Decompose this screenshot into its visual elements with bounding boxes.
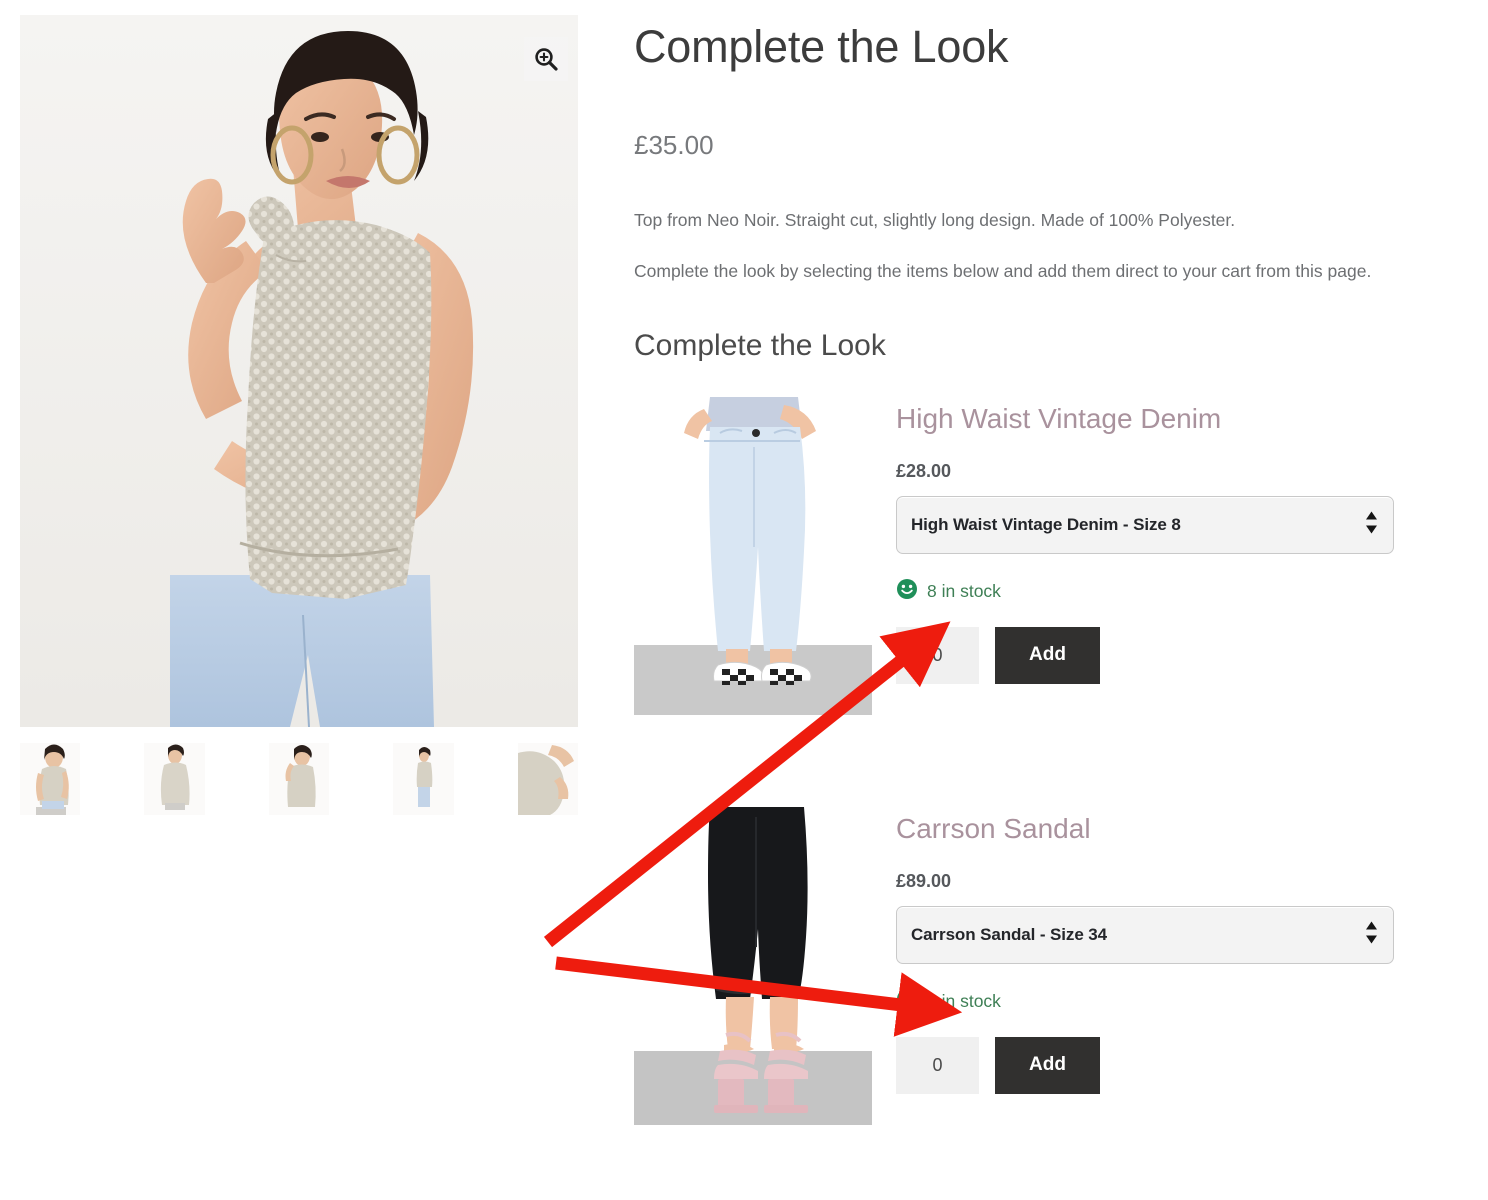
thumbnail-2[interactable]: [144, 743, 205, 815]
stock-status-sandal: 9 in stock: [896, 988, 1454, 1015]
thumbnail-4[interactable]: [393, 743, 454, 815]
chevron-updown-icon: [1364, 919, 1379, 950]
variant-select-value: Carrson Sandal - Size 34: [911, 924, 1108, 944]
stock-status-denim: 8 in stock: [896, 578, 1454, 605]
upsell-product-price: £89.00: [896, 870, 952, 891]
upsell-product-price: £28.00: [896, 460, 952, 481]
variant-select-value: High Waist Vintage Denim - Size 8: [911, 514, 1181, 534]
stock-text: 9 in stock: [927, 990, 1001, 1011]
upsell-item-denim: High Waist Vintage Denim £28.00 High Wai…: [634, 396, 1454, 715]
upsell-item-sandal: Carrson Sandal £89.00 Carrson Sandal - S…: [634, 806, 1454, 1125]
magnifier-plus-icon: [535, 48, 558, 71]
upsell-product-name[interactable]: Carrson Sandal: [896, 813, 1454, 845]
product-description-paragraph-2: Complete the look by selecting the items…: [634, 260, 1372, 281]
product-description-paragraph-1: Top from Neo Noir. Straight cut, slightl…: [634, 209, 1236, 230]
thumbnail-image: [393, 743, 454, 815]
product-gallery: [20, 15, 579, 815]
smiley-face-icon: [896, 988, 918, 1015]
quantity-input-sandal[interactable]: 0: [896, 1036, 979, 1094]
upsell-product-name[interactable]: High Waist Vintage Denim: [896, 403, 1454, 435]
variant-select-sandal[interactable]: Carrson Sandal - Size 34: [896, 905, 1394, 964]
page-title: Complete the Look: [634, 21, 1009, 72]
main-product-photo: [20, 15, 578, 727]
add-to-cart-row-sandal: 0 Add: [896, 1036, 1454, 1094]
upsell-info-denim: High Waist Vintage Denim £28.00 High Wai…: [872, 397, 1454, 684]
zoom-button[interactable]: [524, 37, 568, 81]
stock-text: 8 in stock: [927, 580, 1001, 601]
thumbnail-image: [268, 743, 330, 815]
variant-select-denim[interactable]: High Waist Vintage Denim - Size 8: [896, 495, 1394, 554]
chevron-updown-icon: [1364, 509, 1379, 540]
product-summary: Complete the Look £35.00 Top from Neo No…: [634, 0, 1454, 1200]
main-product-image[interactable]: [20, 15, 578, 727]
product-page: Complete the Look £35.00 Top from Neo No…: [0, 0, 1488, 1200]
upsell-product-image-denim[interactable]: [634, 396, 872, 715]
thumbnail-5[interactable]: [517, 743, 579, 815]
add-button-denim[interactable]: Add: [995, 626, 1100, 684]
denim-product-photo: [634, 396, 872, 715]
thumbnail-image: [517, 743, 579, 815]
thumbnail-image: [144, 743, 205, 815]
upsell-product-list: High Waist Vintage Denim £28.00 High Wai…: [634, 396, 1454, 1125]
thumbnail-strip: [20, 743, 579, 815]
quantity-input-denim[interactable]: 0: [896, 626, 979, 684]
add-to-cart-row-denim: 0 Add: [896, 626, 1454, 684]
thumbnail-image: [20, 743, 81, 815]
thumbnail-3[interactable]: [268, 743, 330, 815]
upsell-info-sandal: Carrson Sandal £89.00 Carrson Sandal - S…: [872, 807, 1454, 1094]
sandal-product-photo: [634, 806, 872, 1125]
smiley-face-icon: [896, 578, 918, 605]
product-price: £35.00: [634, 129, 714, 160]
upsell-product-image-sandal[interactable]: [634, 806, 872, 1125]
complete-the-look-heading: Complete the Look: [634, 328, 886, 362]
add-button-sandal[interactable]: Add: [995, 1036, 1100, 1094]
thumbnail-1[interactable]: [20, 743, 81, 815]
